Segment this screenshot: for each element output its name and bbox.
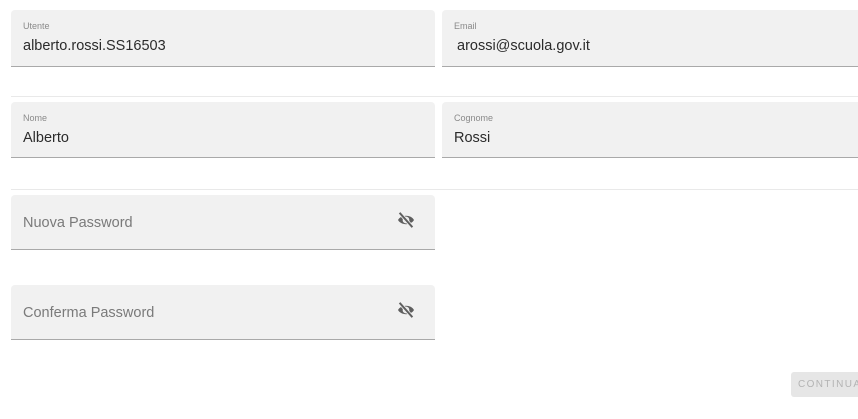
email-value: arossi@scuola.gov.it <box>457 38 590 54</box>
username-label: Utente <box>23 21 50 31</box>
new-password-field[interactable]: Nuova Password <box>11 195 435 250</box>
last-name-label: Cognome <box>454 113 494 123</box>
eye-off-icon[interactable] <box>396 212 416 228</box>
email-field[interactable]: Email arossi@scuola.gov.it <box>442 10 858 67</box>
email-label: Email <box>454 21 477 31</box>
first-name-field[interactable]: Nome Alberto <box>11 102 435 158</box>
new-password-placeholder: Nuova Password <box>23 215 133 231</box>
section-divider <box>11 96 858 97</box>
last-name-value: Rossi <box>454 130 491 146</box>
continue-button[interactable]: CONTINUA <box>791 372 858 397</box>
confirm-password-field[interactable]: Conferma Password <box>11 285 435 340</box>
last-name-field[interactable]: Cognome Rossi <box>442 102 858 158</box>
username-field[interactable]: Utente alberto.rossi.SS16503 <box>11 10 435 67</box>
username-value: alberto.rossi.SS16503 <box>23 38 166 54</box>
first-name-label: Nome <box>23 113 48 123</box>
eye-off-icon[interactable] <box>396 302 416 318</box>
confirm-password-placeholder: Conferma Password <box>23 305 155 321</box>
section-divider <box>11 189 858 190</box>
first-name-value: Alberto <box>23 130 69 146</box>
